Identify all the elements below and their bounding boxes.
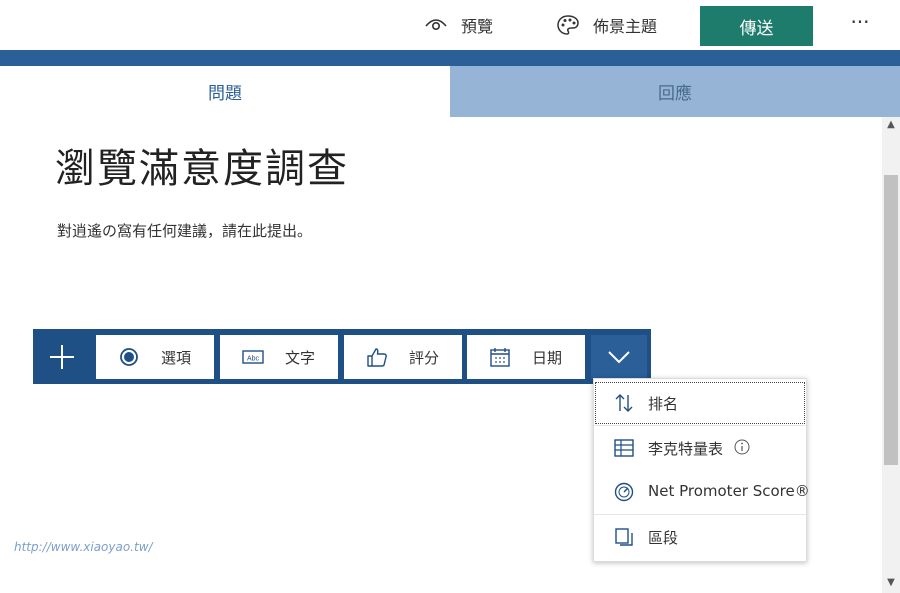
gauge-icon <box>614 482 634 502</box>
header-stripe <box>0 50 900 66</box>
more-question-types-button[interactable] <box>591 335 647 379</box>
menu-item-ranking[interactable]: 排名 <box>594 381 806 425</box>
tab-responses[interactable]: 回應 <box>450 66 900 117</box>
vertical-scrollbar[interactable]: ▲ ▼ <box>882 117 900 593</box>
menu-item-label: 李克特量表 <box>648 440 724 458</box>
date-label: 日期 <box>532 349 563 367</box>
sort-arrows-icon <box>615 394 633 412</box>
choice-label: 選項 <box>161 349 192 367</box>
date-button[interactable]: 日期 <box>467 335 585 379</box>
preview-button[interactable]: 預覽 <box>425 0 493 50</box>
rating-label: 評分 <box>409 349 440 367</box>
text-label: 文字 <box>285 349 316 367</box>
more-options-button[interactable]: ··· <box>845 10 875 40</box>
form-description[interactable]: 對逍遙の窩有任何建議，請在此提出。 <box>57 220 312 241</box>
text-abc-icon: Abc <box>242 350 264 364</box>
chevron-down-icon <box>608 351 630 364</box>
watermark: http://www.xiaoyao.tw/ <box>14 540 153 554</box>
text-button[interactable]: Abc 文字 <box>220 335 338 379</box>
menu-item-label: 排名 <box>648 395 679 413</box>
grid-icon <box>614 439 634 457</box>
scroll-up-arrow-icon[interactable]: ▲ <box>882 119 900 133</box>
info-icon[interactable] <box>734 439 750 455</box>
calendar-icon <box>490 348 510 367</box>
scroll-down-arrow-icon[interactable]: ▼ <box>882 577 900 591</box>
tab-questions[interactable]: 問題 <box>0 66 450 117</box>
eye-icon <box>425 19 447 31</box>
menu-item-likert[interactable]: 李克特量表 <box>594 426 806 470</box>
menu-item-nps[interactable]: Net Promoter Score® <box>594 470 810 514</box>
question-type-menu: 排名 李克特量表 Net Promoter Score® 區段 <box>593 378 810 562</box>
svg-text:Abc: Abc <box>247 356 260 363</box>
theme-label: 佈景主題 <box>593 17 658 36</box>
menu-item-label: 區段 <box>648 529 679 547</box>
plus-icon <box>50 344 74 369</box>
theme-button[interactable]: 佈景主題 <box>557 0 657 50</box>
send-button[interactable]: 傳送 <box>700 6 813 46</box>
section-icon <box>615 528 633 546</box>
top-bar: 預覽 佈景主題 傳送 ··· <box>0 0 900 51</box>
menu-item-section[interactable]: 區段 <box>594 515 806 559</box>
choice-button[interactable]: 選項 <box>96 335 214 379</box>
scrollbar-thumb[interactable] <box>884 175 898 465</box>
menu-item-label: Net Promoter Score® <box>648 482 810 500</box>
tab-bar: 問題 回應 <box>0 66 900 117</box>
radio-icon <box>120 348 138 366</box>
palette-icon <box>557 15 579 35</box>
preview-label: 預覽 <box>461 17 494 36</box>
form-title[interactable]: 瀏覽滿意度調查 <box>55 136 349 194</box>
rating-button[interactable]: 評分 <box>344 335 462 379</box>
question-type-toolbar: 選項 Abc 文字 評分 日期 <box>33 329 651 384</box>
thumbs-up-icon <box>367 348 387 367</box>
add-question-button[interactable] <box>33 329 91 384</box>
